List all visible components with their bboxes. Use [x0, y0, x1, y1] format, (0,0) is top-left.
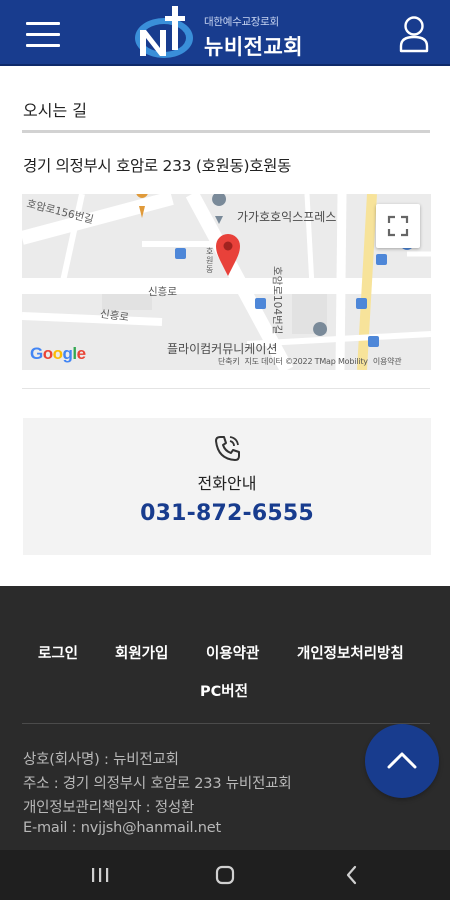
back-icon[interactable]	[338, 862, 366, 888]
phone-label: 전화안내	[197, 474, 257, 493]
map-terms-link[interactable]: 이용약관	[373, 357, 402, 366]
map-marker-label: 호원동	[206, 247, 214, 274]
home-icon[interactable]	[211, 862, 239, 888]
fullscreen-button[interactable]	[376, 204, 420, 248]
google-logo: Google	[30, 344, 86, 363]
church-address: 경기 의정부시 호암로 233 (호원동)호원동	[23, 157, 292, 175]
contact-email: E-mail : nvjjsh@hanmail.net	[23, 820, 221, 836]
section-divider	[22, 388, 430, 389]
logo-title: 뉴비전교회	[204, 35, 304, 59]
map-shortcuts-link[interactable]: 단축키	[218, 357, 240, 366]
phone-number[interactable]: 031-872-6555	[23, 501, 431, 526]
logo-subtitle: 대한예수교장로회	[204, 16, 279, 28]
title-divider	[22, 130, 430, 133]
company-name: 상호(회사명) : 뉴비전교회	[23, 752, 179, 768]
recent-apps-icon[interactable]	[86, 862, 114, 888]
chevron-up-icon	[387, 752, 417, 769]
map-road-label: 신흥로	[148, 286, 177, 298]
map-data-credit: 지도 데이터 ©2022 TMap Mobility	[244, 357, 368, 366]
app-header: 대한예수교장로회 뉴비전교회	[0, 0, 450, 66]
company-address: 주소 : 경기 의정부시 호암로 233 뉴비전교회	[23, 776, 292, 792]
logo-mark-icon	[135, 6, 193, 58]
phone-info-box: 전화안내 031-872-6555	[23, 418, 431, 555]
privacy-policy-link[interactable]: 개인정보처리방침	[297, 642, 404, 663]
privacy-officer: 개인정보관리책임자 : 정성환	[23, 800, 195, 816]
google-map[interactable]: 호암로156번길 신흥로 신흥로 호암로104번길 호원동 가가호호익스프레스 …	[22, 194, 431, 370]
phone-icon	[215, 436, 240, 461]
user-icon[interactable]	[398, 15, 430, 53]
fullscreen-icon	[387, 215, 409, 237]
map-poi-label: 가가호호익스프레스	[237, 210, 337, 224]
church-logo[interactable]: 대한예수교장로회 뉴비전교회	[134, 4, 320, 62]
terms-link[interactable]: 이용약관	[206, 642, 259, 663]
directions-title: 오시는 길	[23, 101, 87, 120]
signup-link[interactable]: 회원가입	[115, 642, 168, 663]
hamburger-menu-icon[interactable]	[26, 20, 62, 48]
scroll-to-top-button[interactable]	[365, 724, 439, 798]
map-poi-label: 플라이컴커뮤니케이션	[167, 342, 278, 356]
pc-version-link[interactable]: PC버전	[200, 680, 248, 701]
system-nav-bar	[0, 850, 450, 900]
map-attribution: 단축키 지도 데이터 ©2022 TMap Mobility 이용약관	[218, 356, 406, 367]
login-link[interactable]: 로그인	[38, 642, 78, 663]
map-road-label: 호암로104번길	[271, 266, 283, 335]
site-footer: 로그인 회원가입 이용약관 개인정보처리방침 PC버전 상호(회사명) : 뉴비…	[0, 586, 450, 850]
